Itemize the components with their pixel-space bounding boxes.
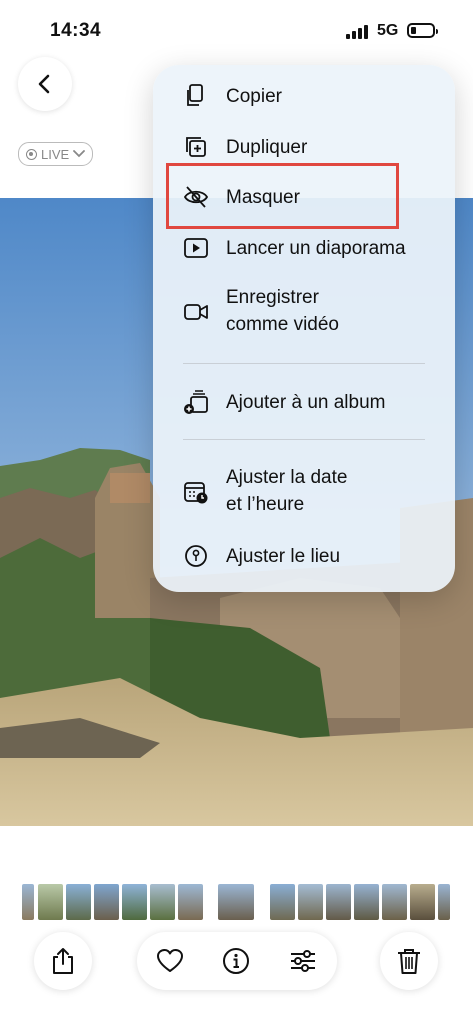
menu-item-label: Ajouter à un album (226, 392, 386, 413)
menu-item-ajuster-lieu[interactable]: Ajuster le lieu (153, 542, 455, 572)
location-icon (185, 545, 207, 567)
thumbnail[interactable] (66, 884, 91, 920)
thumbnail[interactable] (354, 884, 379, 920)
menu-item-copier[interactable]: Copier (153, 82, 455, 112)
context-menu: Copier Dupliquer Masquer Lancer un diapo… (153, 65, 455, 592)
video-icon (184, 304, 208, 320)
thumbnail[interactable] (150, 884, 175, 920)
network-label: 5G (377, 22, 399, 39)
thumbnail[interactable] (270, 884, 295, 920)
status-time: 14:34 (50, 20, 102, 41)
live-icon (26, 148, 37, 160)
thumbnail[interactable] (438, 884, 450, 920)
menu-item-label: Lancer un diaporama (226, 238, 406, 259)
live-label: LIVE (41, 146, 70, 162)
menu-item-label: Ajuster la date et l’heure (226, 467, 348, 515)
live-badge[interactable]: LIVE (18, 142, 94, 166)
menu-separator (183, 363, 425, 364)
thumbnail[interactable] (38, 884, 63, 920)
menu-item-label: Ajuster le lieu (226, 546, 341, 567)
menu-item-enregistrer-video[interactable]: Enregistrer comme vidéo (153, 284, 455, 342)
menu-item-diaporama[interactable]: Lancer un diaporama (153, 234, 455, 264)
chevron-down-icon (73, 150, 86, 158)
thumbnail[interactable] (298, 884, 323, 920)
delete-button[interactable] (380, 932, 438, 990)
thumbnail[interactable] (218, 884, 254, 920)
menu-item-label: Enregistrer comme vidéo (226, 287, 339, 335)
battery-icon (407, 23, 438, 38)
add-album-icon (184, 390, 208, 414)
thumbnail[interactable] (382, 884, 407, 920)
sliders-icon (291, 950, 315, 972)
thumbnail[interactable] (178, 884, 203, 920)
menu-item-ajouter-album[interactable]: Ajouter à un album (153, 388, 455, 418)
heart-icon (157, 949, 183, 972)
info-icon (223, 948, 249, 974)
menu-separator (183, 439, 425, 440)
thumbnail[interactable] (326, 884, 351, 920)
menu-item-label: Copier (226, 86, 282, 107)
adjust-button[interactable] (289, 947, 317, 975)
duplicate-icon (186, 137, 206, 157)
thumbnail[interactable] (122, 884, 147, 920)
back-button[interactable] (18, 57, 72, 111)
highlight-box (166, 163, 399, 229)
share-button[interactable] (34, 932, 92, 990)
menu-item-dupliquer[interactable]: Dupliquer (153, 133, 455, 163)
trash-icon (398, 949, 420, 974)
thumbnail[interactable] (94, 884, 119, 920)
thumbnail[interactable] (22, 884, 34, 920)
favorite-button[interactable] (156, 947, 184, 975)
menu-item-ajuster-date[interactable]: Ajuster la date et l’heure (153, 464, 455, 522)
info-button[interactable] (222, 947, 250, 975)
calendar-clock-icon (184, 482, 208, 504)
copy-icon (187, 84, 203, 106)
share-icon (53, 948, 73, 974)
menu-item-label: Dupliquer (226, 137, 308, 158)
signal-icon (346, 25, 370, 39)
play-icon (184, 238, 208, 258)
chevron-left-icon (38, 74, 50, 94)
action-pill (137, 932, 337, 990)
status-bar: 14:34 5G (0, 0, 473, 60)
thumbnail[interactable] (410, 884, 435, 920)
